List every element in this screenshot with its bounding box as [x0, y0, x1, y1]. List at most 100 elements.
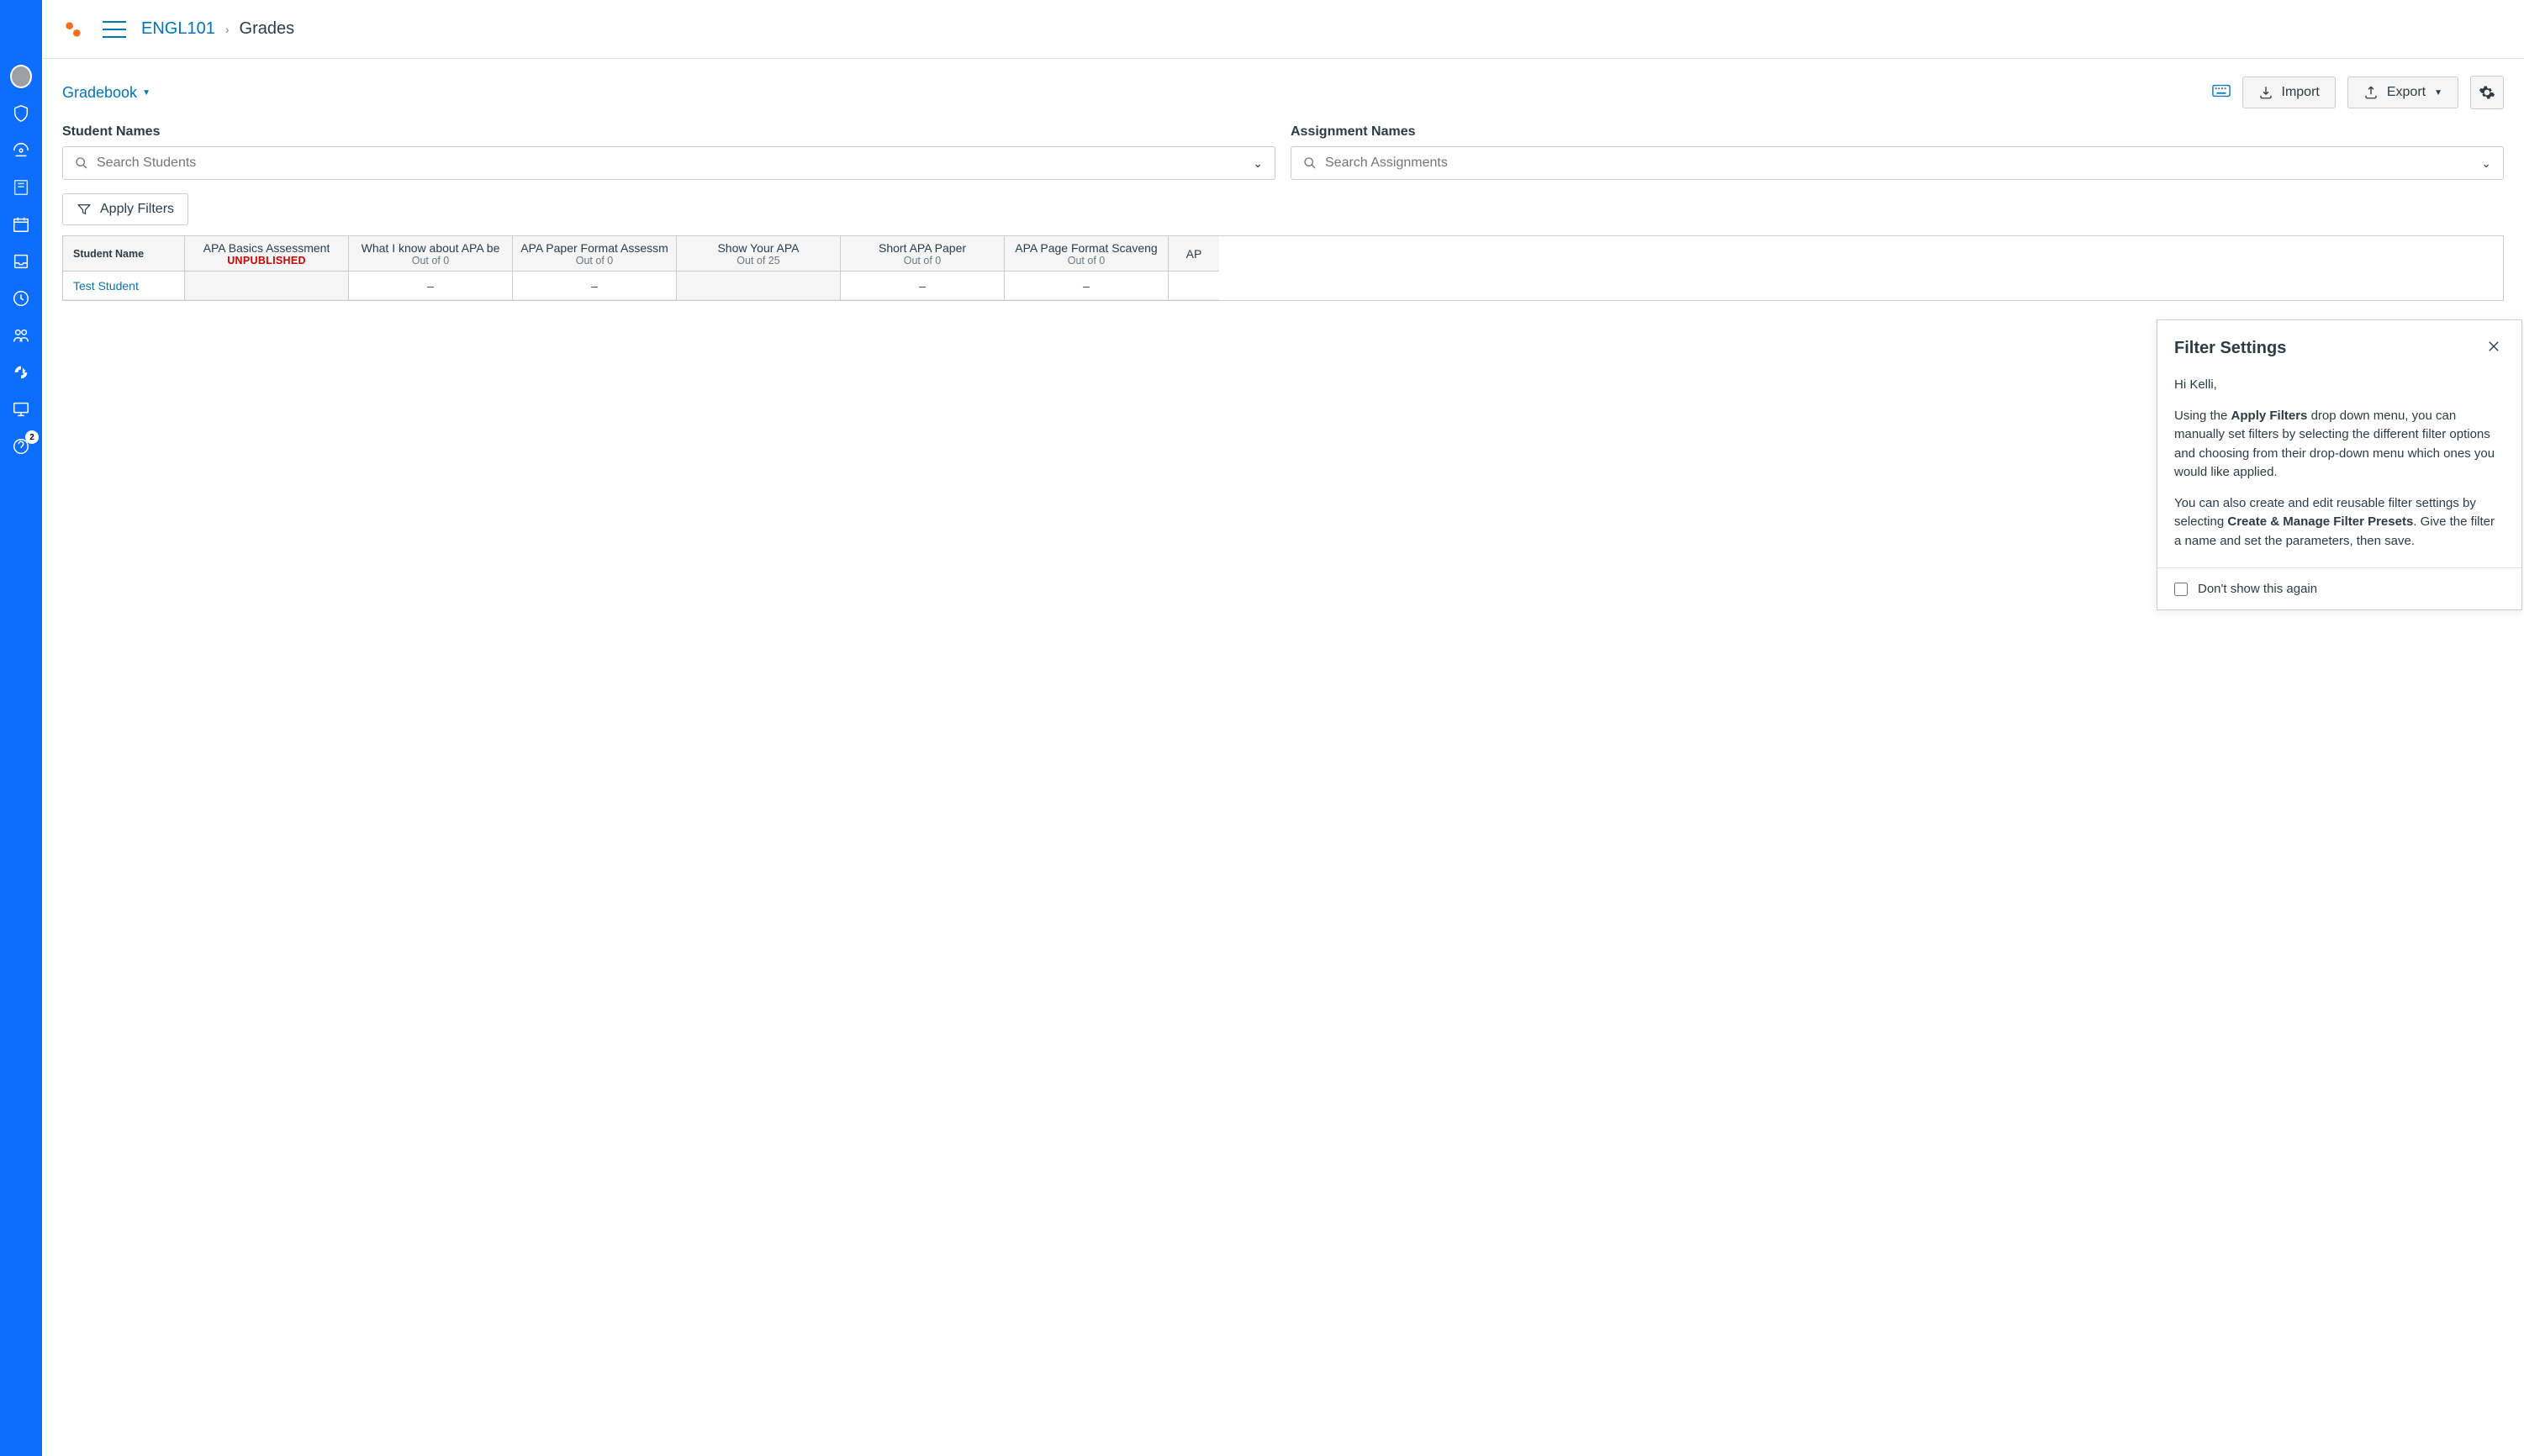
- popover-body: Hi Kelli, Using the Apply Filters drop d…: [2157, 361, 2521, 567]
- dont-show-label: Don't show this again: [2198, 582, 2317, 596]
- nav-groups[interactable]: [10, 324, 32, 346]
- assignment-search-input[interactable]: [1325, 156, 2491, 171]
- topbar: ENGL101 › Grades: [42, 0, 2524, 59]
- nav-studio[interactable]: [10, 398, 32, 420]
- breadcrumb-current: Grades: [240, 19, 295, 39]
- nav-history[interactable]: [10, 288, 32, 309]
- import-label: Import: [2282, 85, 2320, 100]
- presentation-icon: [12, 400, 30, 419]
- nav-inbox[interactable]: [10, 251, 32, 272]
- help-badge: 2: [25, 430, 39, 444]
- apply-filters-button[interactable]: Apply Filters: [62, 193, 188, 225]
- assignment-subtitle: Out of 0: [576, 255, 613, 266]
- student-search-col: Student Names ⌄: [62, 124, 1275, 180]
- popover-para-1: Using the Apply Filters drop down menu, …: [2174, 407, 2505, 483]
- breadcrumb: ENGL101 › Grades: [141, 19, 294, 39]
- nav-commons[interactable]: [10, 361, 32, 383]
- grid-assignment-header[interactable]: APA Paper Format AssessmOut of 0: [513, 236, 676, 272]
- assignment-title: APA Page Format Scaveng: [1015, 241, 1157, 255]
- assignment-subtitle: Out of 0: [412, 255, 449, 266]
- assignment-subtitle: Out of 0: [904, 255, 941, 266]
- chevron-down-icon: ⌄: [2481, 156, 2491, 171]
- grid-grade-cell[interactable]: [1169, 272, 1219, 300]
- nav-admin[interactable]: [10, 103, 32, 124]
- assignment-title: What I know about APA be: [362, 241, 500, 255]
- inbox-icon: [12, 252, 30, 271]
- assignment-search-col: Assignment Names ⌄: [1291, 124, 2504, 180]
- export-button[interactable]: Export ▼: [2347, 76, 2458, 108]
- grid-grade-cell[interactable]: –: [1005, 272, 1168, 300]
- popover-close-button[interactable]: [2483, 335, 2505, 361]
- settings-button[interactable]: [2470, 76, 2504, 109]
- caret-down-icon: ▼: [142, 88, 150, 98]
- nav-calendar[interactable]: [10, 214, 32, 235]
- assignment-search-box[interactable]: ⌄: [1291, 146, 2504, 180]
- grid-grade-cell[interactable]: –: [513, 272, 676, 300]
- unpublished-badge: UNPUBLISHED: [227, 255, 306, 266]
- gradebook-label: Gradebook: [62, 84, 137, 102]
- import-button[interactable]: Import: [2242, 76, 2336, 108]
- book-icon: [12, 178, 30, 197]
- grid-assignment-header[interactable]: AP: [1169, 236, 1219, 272]
- assignment-subtitle: Out of 0: [1068, 255, 1105, 266]
- breadcrumb-sep: ›: [225, 23, 230, 36]
- filter-icon: [77, 202, 92, 217]
- grid-assignment-column: APA Page Format ScavengOut of 0–: [1005, 236, 1169, 300]
- share-icon: [12, 363, 30, 382]
- grid-assignment-column: AP: [1169, 236, 1219, 300]
- page-toolbar: Gradebook ▼ Import Export ▼: [62, 76, 2504, 109]
- assignment-title: Show Your APA: [717, 241, 799, 255]
- nav-dashboard[interactable]: [10, 140, 32, 161]
- calendar-icon: [12, 215, 30, 234]
- keyboard-icon: [2212, 84, 2231, 98]
- grid-grade-cell[interactable]: –: [349, 272, 512, 300]
- toolbar-right: Import Export ▼: [2212, 76, 2505, 109]
- search-icon: [1303, 156, 1317, 170]
- dont-show-checkbox[interactable]: [2174, 583, 2188, 596]
- keyboard-shortcuts-button[interactable]: [2212, 84, 2231, 102]
- grid-assignment-header[interactable]: APA Basics AssessmentUNPUBLISHED: [185, 236, 348, 272]
- apply-filters-label: Apply Filters: [100, 202, 174, 217]
- nav-help[interactable]: 2: [10, 435, 32, 457]
- chevron-down-icon: ⌄: [1253, 156, 1263, 171]
- grid-grade-cell[interactable]: [185, 272, 348, 300]
- gradebook-grid: Student Name Test Student APA Basics Asses…: [62, 235, 2504, 301]
- breadcrumb-course[interactable]: ENGL101: [141, 19, 215, 39]
- brand-logo: [62, 18, 84, 40]
- export-icon: [2363, 85, 2379, 100]
- search-icon: [75, 156, 88, 170]
- search-row: Student Names ⌄ Assignment Names ⌄: [62, 124, 2504, 180]
- student-link[interactable]: Test Student: [73, 279, 139, 293]
- nav-courses[interactable]: [10, 177, 32, 198]
- clock-icon: [12, 289, 30, 308]
- assignment-subtitle: Out of 25: [737, 255, 779, 266]
- shield-icon: [12, 104, 30, 123]
- main-region: ENGL101 › Grades Gradebook ▼ Impor: [42, 0, 2524, 1456]
- global-nav-rail: 2: [0, 0, 42, 1456]
- grid-assignment-header[interactable]: Short APA PaperOut of 0: [841, 236, 1004, 272]
- student-search-box[interactable]: ⌄: [62, 146, 1275, 180]
- grid-grade-cell[interactable]: [677, 272, 840, 300]
- grid-student-header[interactable]: Student Name: [63, 236, 184, 272]
- grid-student-cell: Test Student: [63, 272, 184, 300]
- import-icon: [2258, 85, 2273, 100]
- gear-icon: [2479, 84, 2495, 101]
- hamburger-menu[interactable]: [103, 21, 126, 38]
- grid-assignment-header[interactable]: Show Your APAOut of 25: [677, 236, 840, 272]
- filter-settings-popover: Filter Settings Hi Kelli, Using the Appl…: [2157, 319, 2522, 610]
- popover-header: Filter Settings: [2157, 320, 2521, 361]
- gradebook-dropdown[interactable]: Gradebook ▼: [62, 84, 150, 102]
- grid-assignment-column: What I know about APA beOut of 0–: [349, 236, 513, 300]
- assignment-title: Short APA Paper: [879, 241, 966, 255]
- brand-icon: [62, 18, 84, 40]
- nav-account[interactable]: [10, 66, 32, 87]
- grid-grade-cell[interactable]: –: [841, 272, 1004, 300]
- student-search-label: Student Names: [62, 124, 1275, 140]
- student-search-input[interactable]: [97, 156, 1263, 171]
- grid-assignment-header[interactable]: What I know about APA beOut of 0: [349, 236, 512, 272]
- avatar-icon: [10, 65, 32, 88]
- grid-assignment-header[interactable]: APA Page Format ScavengOut of 0: [1005, 236, 1168, 272]
- export-label: Export: [2387, 85, 2426, 100]
- grid-assignment-column: Short APA PaperOut of 0–: [841, 236, 1005, 300]
- assignment-title: APA Basics Assessment: [203, 241, 330, 255]
